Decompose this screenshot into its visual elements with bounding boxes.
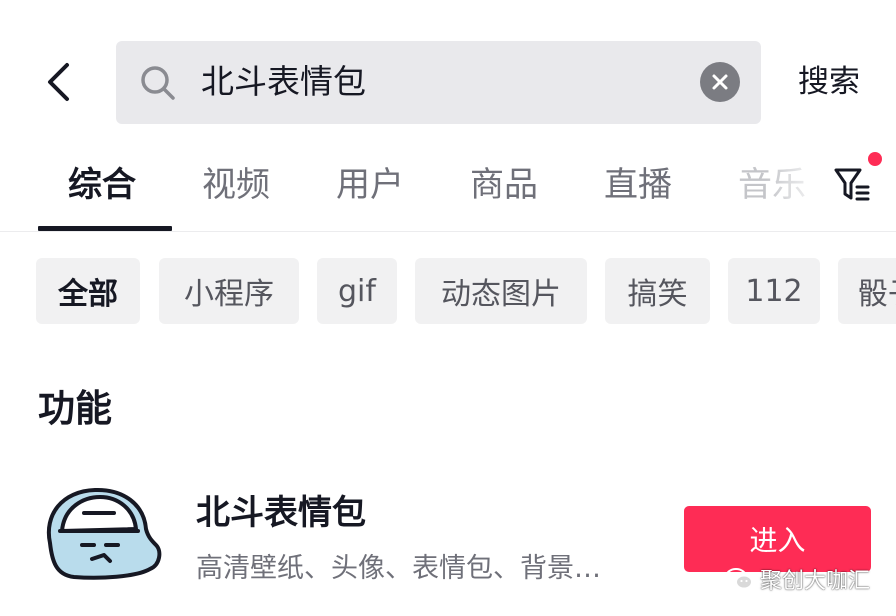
tab-music[interactable]: 音乐 <box>738 163 806 207</box>
tab-products[interactable]: 商品 <box>470 163 538 207</box>
chip-dice[interactable]: 骰子 <box>838 258 896 324</box>
back-button[interactable] <box>36 56 80 108</box>
watermark: 聚创大咖汇 <box>724 564 870 594</box>
search-box[interactable]: 北斗表情包 <box>116 41 761 124</box>
result-title[interactable]: 北斗表情包 <box>196 492 366 534</box>
search-icon <box>141 66 175 100</box>
tab-videos[interactable]: 视频 <box>202 163 270 207</box>
filter-notification-dot <box>868 152 882 166</box>
chip-gif[interactable]: gif <box>317 258 397 324</box>
chip-animated-images[interactable]: 动态图片 <box>415 258 587 324</box>
watermark-text: 聚创大咖汇 <box>760 569 871 594</box>
tab-divider <box>0 231 896 232</box>
cartoon-face-icon[interactable] <box>40 485 164 583</box>
tab-live[interactable]: 直播 <box>604 163 672 207</box>
tab-bar: 综合 视频 用户 商品 直播 音乐 <box>0 150 896 232</box>
chevron-left-icon <box>48 63 69 101</box>
clear-button[interactable] <box>700 62 740 102</box>
chip-funny[interactable]: 搞笑 <box>605 258 710 324</box>
chip-all[interactable]: 全部 <box>36 258 140 324</box>
search-button[interactable]: 搜索 <box>798 61 860 103</box>
clear-icon <box>712 74 728 90</box>
filter-button[interactable] <box>832 162 872 206</box>
result-description: 高清壁纸、头像、表情包、背景… <box>196 553 601 584</box>
chip-112[interactable]: 112 <box>728 258 820 324</box>
chip-mini-program[interactable]: 小程序 <box>159 258 299 324</box>
tab-users[interactable]: 用户 <box>336 163 404 207</box>
section-title: 功能 <box>38 387 112 430</box>
tab-overall[interactable]: 综合 <box>68 163 136 207</box>
filter-icon <box>834 168 870 201</box>
search-input[interactable]: 北斗表情包 <box>201 60 366 104</box>
wechat-icon <box>725 568 753 590</box>
